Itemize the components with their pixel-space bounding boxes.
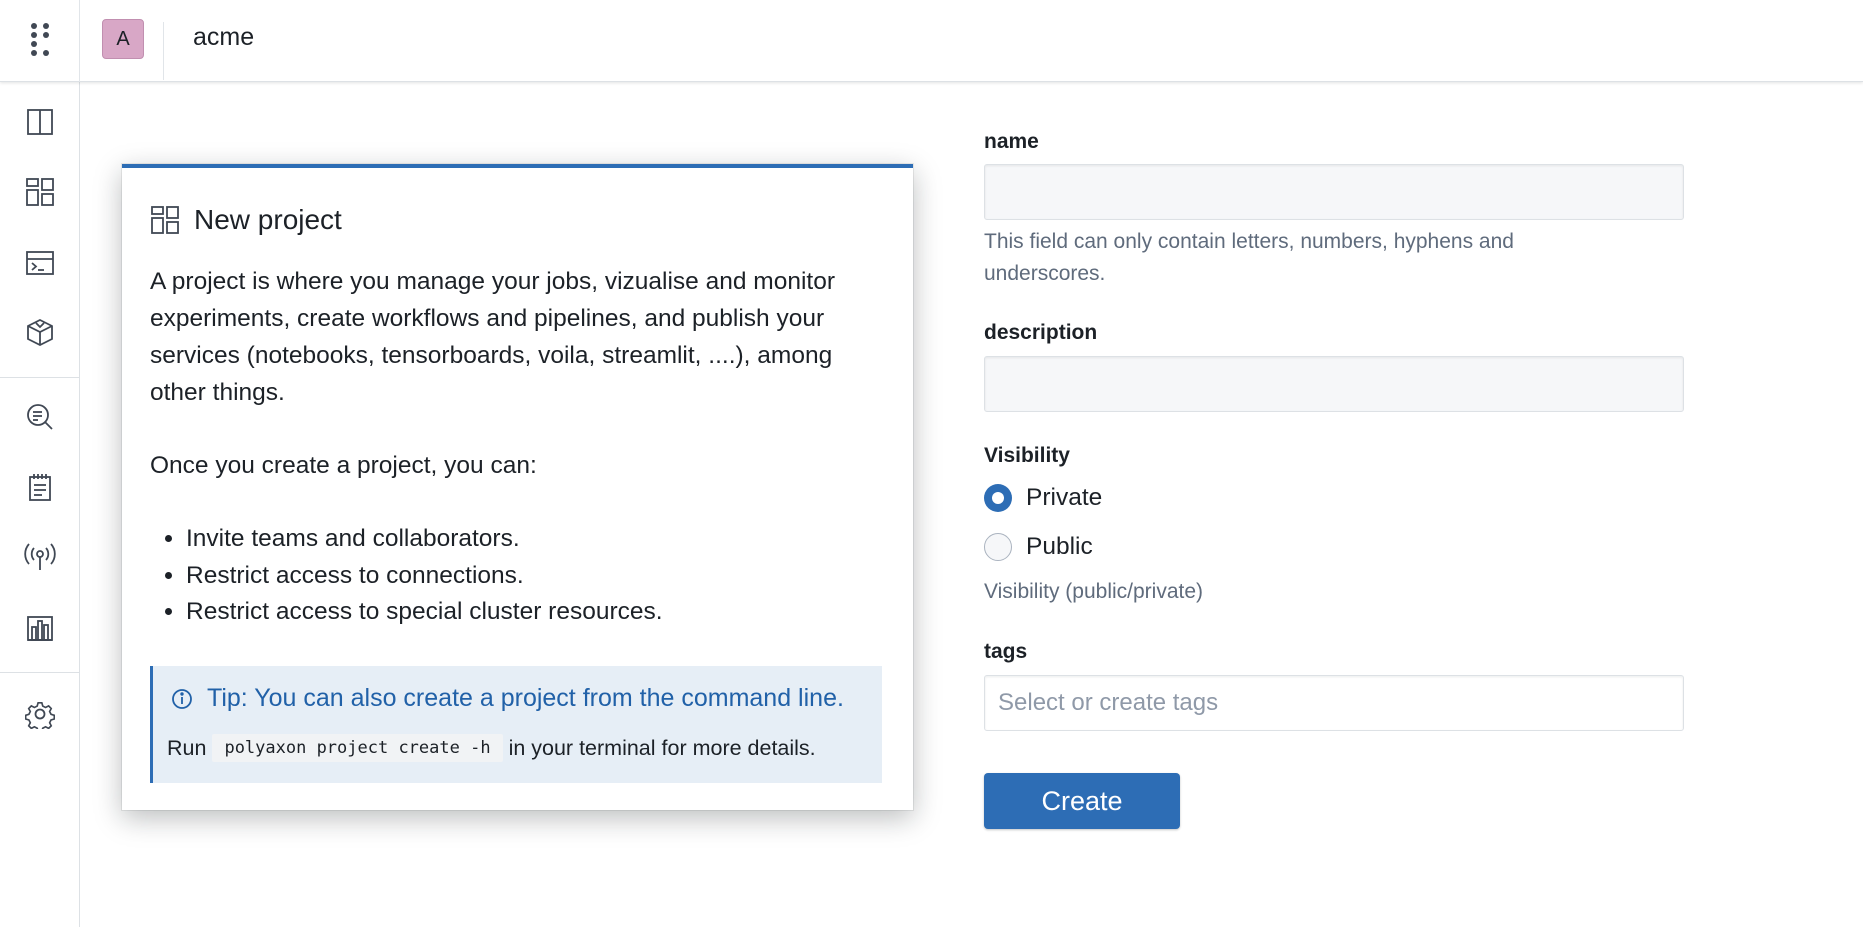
visibility-help: Visibility (public/private) (984, 580, 1204, 603)
name-label: name (984, 130, 1039, 153)
chart-building-icon (25, 613, 55, 648)
visibility-label: Visibility (984, 444, 1070, 467)
radio-unchecked-icon[interactable] (984, 533, 1012, 561)
package-box-icon (25, 317, 55, 352)
card-lead: Once you create a project, you can: (150, 452, 537, 479)
tags-label: tags (984, 640, 1028, 663)
name-input[interactable] (984, 164, 1684, 220)
list-item: Invite teams and collaborators. (186, 521, 880, 558)
dashboard-grid-icon (25, 177, 55, 212)
radio-checked-icon[interactable] (984, 484, 1012, 512)
app-menu-button[interactable] (0, 0, 80, 82)
card-body: A project is where you manage your jobs,… (150, 263, 880, 631)
top-bar: A acme (0, 0, 1863, 82)
description-label: description (984, 321, 1098, 344)
card-intro: A project is where you manage your jobs,… (150, 268, 835, 406)
sidebar-item-notes[interactable] (0, 461, 80, 517)
list-item: Restrict access to connections. (186, 558, 880, 595)
tip-prefix: Run (167, 735, 207, 760)
cli-command: polyaxon project create -h (212, 734, 503, 762)
card-title-text: New project (194, 204, 342, 235)
sidebar-item-agents[interactable] (0, 531, 80, 587)
name-help: This field can only contain letters, num… (984, 226, 1514, 290)
list-item: Restrict access to special cluster resou… (186, 594, 880, 631)
gear-icon (24, 699, 56, 734)
sidebar-item-panels[interactable] (0, 96, 80, 152)
create-button[interactable]: Create (984, 773, 1180, 829)
org-avatar[interactable]: A (102, 19, 144, 59)
tip-body: Run polyaxon project create -h in your t… (167, 734, 816, 762)
feature-list: Invite teams and collaborators. Restrict… (150, 521, 880, 631)
new-project-card: New project A project is where you manag… (122, 164, 913, 810)
name-help-line: This field can only contain letters, num… (984, 230, 1514, 253)
panel-columns-icon (25, 107, 55, 142)
sidebar-item-analytics[interactable] (0, 602, 80, 658)
description-input[interactable] (984, 356, 1684, 412)
terminal-window-icon (25, 248, 55, 283)
org-name[interactable]: acme (193, 23, 254, 52)
sidebar-item-search[interactable] (0, 391, 80, 447)
broadcast-antenna-icon (24, 542, 56, 577)
search-list-icon (25, 402, 55, 437)
radio-public[interactable]: Public (984, 533, 1093, 561)
info-icon (171, 688, 193, 710)
radio-label: Public (1026, 533, 1093, 560)
sidebar-divider (0, 377, 79, 378)
divider (163, 22, 164, 80)
dashboard-grid-icon (150, 205, 180, 235)
sidebar-divider (0, 672, 79, 673)
dots-grid-icon (29, 22, 51, 61)
radio-label: Private (1026, 484, 1103, 511)
notebook-icon (25, 472, 55, 507)
tip-heading: Tip: You can also create a project from … (171, 684, 844, 713)
tip-suffix: in your terminal for more details. (508, 735, 816, 760)
sidebar-item-settings[interactable] (0, 688, 80, 744)
sidebar-item-registry[interactable] (0, 306, 80, 362)
tags-input[interactable] (984, 675, 1684, 731)
tip-callout: Tip: You can also create a project from … (150, 666, 882, 783)
radio-private[interactable]: Private (984, 484, 1102, 512)
sidebar (0, 82, 80, 927)
card-title: New project (150, 204, 342, 236)
name-help-line: underscores. (984, 262, 1106, 285)
tip-title: Tip: You can also create a project from … (207, 684, 844, 712)
sidebar-item-dashboards[interactable] (0, 166, 80, 222)
sidebar-item-runs[interactable] (0, 237, 80, 293)
